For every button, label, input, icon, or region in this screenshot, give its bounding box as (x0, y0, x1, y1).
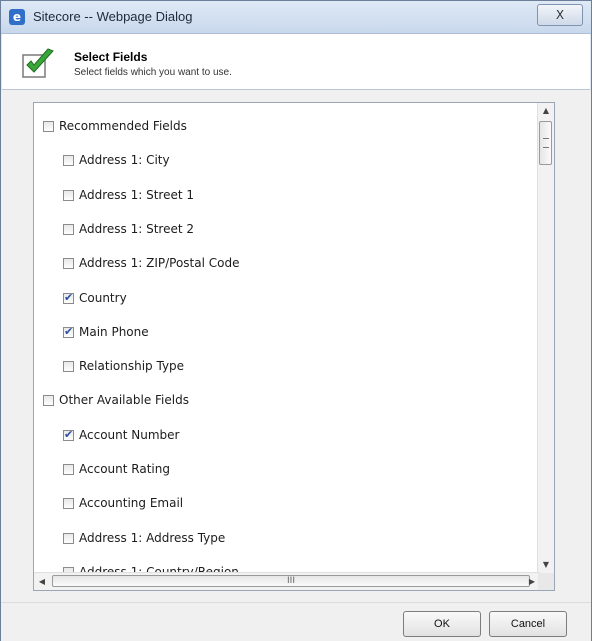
field-label: Accounting Email (79, 496, 184, 510)
browser-app-icon: e (9, 9, 25, 25)
field-checkbox[interactable] (43, 394, 54, 406)
scroll-up-arrow-icon[interactable]: ▲ (538, 103, 554, 119)
field-checkbox[interactable] (63, 532, 74, 544)
content-area: Recommended Fields Address 1: City Address… (1, 90, 591, 602)
field-checkbox[interactable] (43, 120, 54, 132)
field-label: Main Phone (79, 325, 149, 339)
field-checkbox[interactable] (63, 223, 74, 235)
field-checkbox[interactable] (63, 257, 74, 269)
field-group-row[interactable]: Other Available Fields (43, 390, 189, 410)
field-checkbox[interactable] (63, 154, 74, 166)
field-label: Address 1: ZIP/Postal Code (79, 256, 240, 270)
horizontal-scrollbar[interactable]: ◀ III ▶ (34, 572, 540, 590)
field-label: Recommended Fields (59, 119, 187, 133)
field-checkbox[interactable] (63, 291, 74, 304)
field-label: Other Available Fields (59, 393, 189, 407)
field-label: Address 1: City (79, 153, 170, 167)
field-checkbox[interactable] (63, 360, 74, 372)
header-title: Select Fields (74, 50, 148, 64)
field-row[interactable]: Account Rating (63, 459, 170, 479)
field-label: Country (79, 291, 127, 305)
field-group-row[interactable]: Recommended Fields (43, 116, 187, 136)
field-checkbox[interactable] (63, 463, 74, 475)
fields-listbox[interactable]: Recommended Fields Address 1: City Address… (33, 102, 555, 591)
scroll-left-arrow-icon[interactable]: ◀ (34, 573, 50, 590)
scroll-down-arrow-icon[interactable]: ▼ (538, 557, 554, 573)
close-button[interactable]: X (537, 4, 583, 26)
field-checkbox[interactable] (63, 428, 74, 441)
field-row[interactable]: Relationship Type (63, 356, 184, 376)
window-title: Sitecore -- Webpage Dialog (33, 9, 193, 24)
scroll-grip-icon (543, 138, 549, 148)
field-label: Address 1: Street 2 (79, 222, 195, 236)
green-check-icon (22, 48, 54, 78)
dialog-window: e Sitecore -- Webpage Dialog X Select Fi… (0, 0, 592, 641)
dialog-footer: OK Cancel (1, 602, 591, 641)
title-bar[interactable]: e Sitecore -- Webpage Dialog X (1, 1, 591, 34)
field-row[interactable]: Account Number (63, 425, 179, 445)
field-row[interactable]: Address 1: Address Type (63, 528, 225, 548)
ok-button[interactable]: OK (403, 611, 481, 637)
field-checkbox[interactable] (63, 497, 74, 509)
dialog-header: Select Fields Select fields which you wa… (2, 34, 590, 90)
field-row[interactable]: Address 1: Street 1 (63, 185, 194, 205)
field-checkbox[interactable] (63, 189, 74, 201)
field-label: Account Rating (79, 462, 170, 476)
field-label: Address 1: Address Type (79, 531, 226, 545)
header-subtitle: Select fields which you want to use. (74, 67, 232, 78)
field-row[interactable]: Address 1: ZIP/Postal Code (63, 253, 239, 273)
field-row[interactable]: Address 1: City (63, 150, 170, 170)
field-row[interactable]: Address 1: Street 2 (63, 219, 194, 239)
field-row[interactable]: Main Phone (63, 322, 149, 342)
vertical-scroll-thumb[interactable] (539, 121, 552, 165)
fields-list: Recommended Fields Address 1: City Address… (34, 103, 540, 573)
field-label: Address 1: Street 1 (79, 188, 195, 202)
vertical-scrollbar[interactable]: ▲ ▼ (537, 103, 554, 573)
field-label: Relationship Type (79, 359, 185, 373)
field-row[interactable]: Accounting Email (63, 493, 183, 513)
field-label: Account Number (79, 428, 180, 442)
field-checkbox[interactable] (63, 325, 74, 338)
scrollbar-corner (538, 573, 554, 590)
horizontal-scroll-thumb[interactable]: III (52, 575, 530, 587)
cancel-button[interactable]: Cancel (489, 611, 567, 637)
field-row[interactable]: Country (63, 288, 127, 308)
